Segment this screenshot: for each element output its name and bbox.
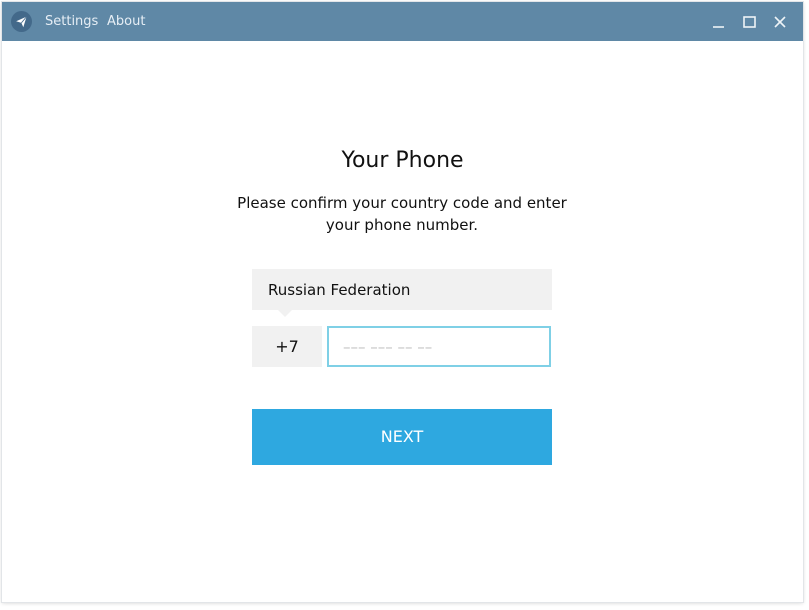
country-name: Russian Federation <box>268 281 411 299</box>
country-selector[interactable]: Russian Federation <box>252 269 552 310</box>
title-bar: Settings About <box>2 2 803 41</box>
next-button[interactable]: NEXT <box>252 409 552 465</box>
minimize-button[interactable] <box>707 11 729 33</box>
page-title: Your Phone <box>341 148 464 173</box>
phone-number-input[interactable] <box>327 326 551 367</box>
minimize-icon <box>713 26 724 28</box>
close-button[interactable] <box>769 11 791 33</box>
country-pointer <box>278 310 292 317</box>
menu-settings[interactable]: Settings <box>45 13 98 31</box>
app-window: Settings About Your Phone Please confirm… <box>2 2 803 602</box>
country-code-field[interactable]: +7 <box>252 326 322 367</box>
menu-about[interactable]: About <box>107 13 145 31</box>
maximize-button[interactable] <box>738 11 760 33</box>
maximize-icon <box>743 16 756 28</box>
page-description: Please confirm your country code and ent… <box>237 194 567 234</box>
paper-plane-icon <box>11 11 32 32</box>
close-icon <box>774 16 786 28</box>
